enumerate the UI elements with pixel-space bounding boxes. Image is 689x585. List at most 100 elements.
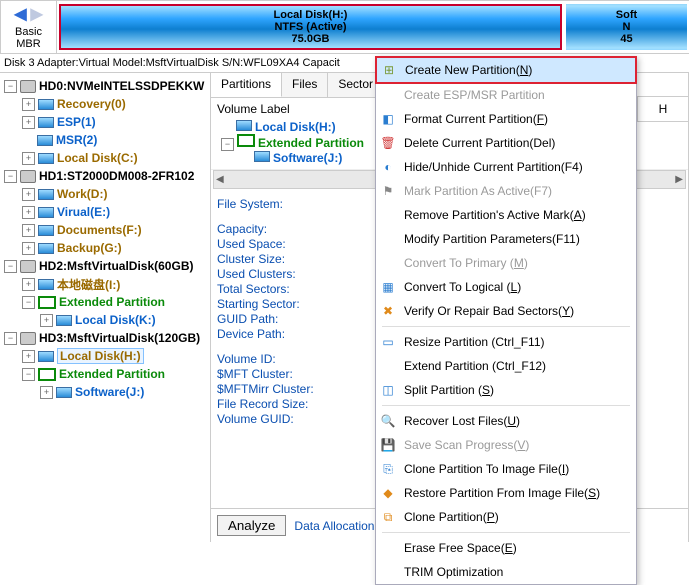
- tree-localc[interactable]: +Local Disk(C:): [0, 149, 210, 167]
- context-menu: ⊞Create New Partition(N) Create ESP/MSR …: [375, 56, 637, 585]
- menu-erase[interactable]: Erase Free Space(E): [376, 536, 636, 560]
- disk-icon: [20, 80, 36, 93]
- menu-clone[interactable]: ⧉Clone Partition(P): [376, 505, 636, 529]
- tree-virual[interactable]: +Virual(E:): [0, 203, 210, 221]
- analyze-button[interactable]: Analyze: [217, 515, 286, 536]
- collapse-icon[interactable]: −: [4, 80, 17, 93]
- partition-icon: [56, 387, 72, 398]
- tab-files[interactable]: Files: [282, 73, 328, 97]
- expand-icon[interactable]: +: [22, 206, 35, 219]
- expand-icon[interactable]: +: [22, 152, 35, 165]
- menu-extend[interactable]: Extend Partition (Ctrl_F12): [376, 354, 636, 378]
- expand-icon[interactable]: +: [40, 314, 53, 327]
- menu-format[interactable]: ◧Format Current Partition(F): [376, 107, 636, 131]
- disk-diagram: Local Disk(H:) NTFS (Active) 75.0GB Soft…: [57, 1, 689, 53]
- collapse-icon[interactable]: −: [4, 260, 17, 273]
- menu-clone-image[interactable]: ⎘Clone Partition To Image File(I): [376, 457, 636, 481]
- menu-resize[interactable]: ▭Resize Partition (Ctrl_F11): [376, 330, 636, 354]
- data-allocation-link[interactable]: Data Allocation:: [294, 519, 377, 533]
- delete-icon: 🗑: [380, 135, 396, 151]
- blank-icon: [380, 358, 396, 374]
- menu-modify[interactable]: Modify Partition Parameters(F11): [376, 227, 636, 251]
- menu-separator: [382, 326, 630, 327]
- tree-hd2[interactable]: −HD2:MsftVirtualDisk(60GB): [0, 257, 210, 275]
- menu-create-partition[interactable]: ⊞Create New Partition(N): [375, 56, 637, 84]
- disk-icon: [20, 332, 36, 345]
- menu-verify[interactable]: ✖Verify Or Repair Bad Sectors(Y): [376, 299, 636, 323]
- disk-tree: −HD0:NVMeINTELSSDPEKKW +Recovery(0) +ESP…: [0, 73, 211, 542]
- partition-block-h[interactable]: Local Disk(H:) NTFS (Active) 75.0GB: [59, 4, 562, 50]
- tree-hd3[interactable]: −HD3:MsftVirtualDisk(120GB): [0, 329, 210, 347]
- collapse-icon[interactable]: −: [22, 368, 35, 381]
- partition-icon: [38, 99, 54, 110]
- partition-icon: [38, 207, 54, 218]
- menu-save-scan: 💾Save Scan Progress(V): [376, 433, 636, 457]
- disk-icon: [20, 260, 36, 273]
- extended-icon: [38, 368, 56, 381]
- tree-local-i[interactable]: +本地磁盘(I:): [0, 275, 210, 293]
- extended-icon: [237, 134, 255, 147]
- verify-icon: ✖: [380, 303, 396, 319]
- convert-icon: ▦: [380, 279, 396, 295]
- tree-hd2-ext[interactable]: −Extended Partition: [0, 293, 210, 311]
- menu-recover[interactable]: 🔍Recover Lost Files(U): [376, 409, 636, 433]
- expand-icon[interactable]: +: [22, 188, 35, 201]
- tab-partitions[interactable]: Partitions: [211, 73, 282, 97]
- expand-icon[interactable]: +: [22, 116, 35, 129]
- tree-msr[interactable]: MSR(2): [0, 131, 210, 149]
- blank-icon: [380, 540, 396, 556]
- menu-conv-primary: Convert To Primary (M): [376, 251, 636, 275]
- partition-icon: [38, 243, 54, 254]
- tree-recovery[interactable]: +Recovery(0): [0, 95, 210, 113]
- tree-localk[interactable]: +Local Disk(K:): [0, 311, 210, 329]
- nav-buttons: ◀ ▶ BasicMBR: [0, 1, 57, 53]
- expand-icon[interactable]: +: [22, 350, 35, 363]
- partition-icon: [56, 315, 72, 326]
- expand-icon[interactable]: +: [22, 278, 35, 291]
- tree-esp[interactable]: +ESP(1): [0, 113, 210, 131]
- tree-hd0[interactable]: −HD0:NVMeINTELSSDPEKKW: [0, 77, 210, 95]
- back-icon[interactable]: ◀: [14, 4, 26, 24]
- collapse-icon[interactable]: −: [22, 296, 35, 309]
- tree-hd1[interactable]: −HD1:ST2000DM008-2FR102: [0, 167, 210, 185]
- split-icon: ◫: [380, 382, 396, 398]
- menu-split[interactable]: ◫Split Partition (S): [376, 378, 636, 402]
- menu-create-esp: Create ESP/MSR Partition: [376, 83, 636, 107]
- expand-icon[interactable]: +: [22, 224, 35, 237]
- tree-softwarej[interactable]: +Software(J:): [0, 383, 210, 401]
- blank-icon: [380, 564, 396, 580]
- collapse-icon[interactable]: −: [4, 170, 17, 183]
- tree-backup[interactable]: +Backup(G:): [0, 239, 210, 257]
- blank-icon: [380, 207, 396, 223]
- extended-icon: [38, 296, 56, 309]
- menu-hide[interactable]: ◐Hide/Unhide Current Partition(F4): [376, 155, 636, 179]
- tree-work[interactable]: +Work(D:): [0, 185, 210, 203]
- expand-icon[interactable]: +: [40, 386, 53, 399]
- format-icon: ◧: [380, 111, 396, 127]
- partition-icon: [38, 153, 54, 164]
- menu-restore[interactable]: ◆Restore Partition From Image File(S): [376, 481, 636, 505]
- expand-icon[interactable]: +: [22, 98, 35, 111]
- menu-trim[interactable]: TRIM Optimization: [376, 560, 636, 584]
- menu-delete[interactable]: 🗑Delete Current Partition(Del): [376, 131, 636, 155]
- forward-icon[interactable]: ▶: [31, 4, 43, 24]
- partition-block-soft[interactable]: Soft N 45: [566, 4, 687, 50]
- collapse-icon[interactable]: −: [4, 332, 17, 345]
- menu-remove-active[interactable]: Remove Partition's Active Mark(A): [376, 203, 636, 227]
- blank-icon: [380, 87, 396, 103]
- blank-icon: [380, 231, 396, 247]
- blank-icon: [380, 255, 396, 271]
- tree-hd3-ext[interactable]: −Extended Partition: [0, 365, 210, 383]
- disk-icon: [20, 170, 36, 183]
- flag-icon: ⚑: [380, 183, 396, 199]
- tree-documents[interactable]: +Documents(F:): [0, 221, 210, 239]
- expand-icon[interactable]: +: [22, 242, 35, 255]
- collapse-icon[interactable]: −: [221, 138, 234, 151]
- partition-icon: [254, 151, 270, 162]
- clone-icon: ⧉: [380, 509, 396, 525]
- partition-icon: [38, 279, 54, 290]
- save-icon: 💾: [380, 437, 396, 453]
- partition-icon: [37, 135, 53, 146]
- menu-conv-logical[interactable]: ▦Convert To Logical (L): [376, 275, 636, 299]
- tree-localh[interactable]: +Local Disk(H:): [0, 347, 210, 365]
